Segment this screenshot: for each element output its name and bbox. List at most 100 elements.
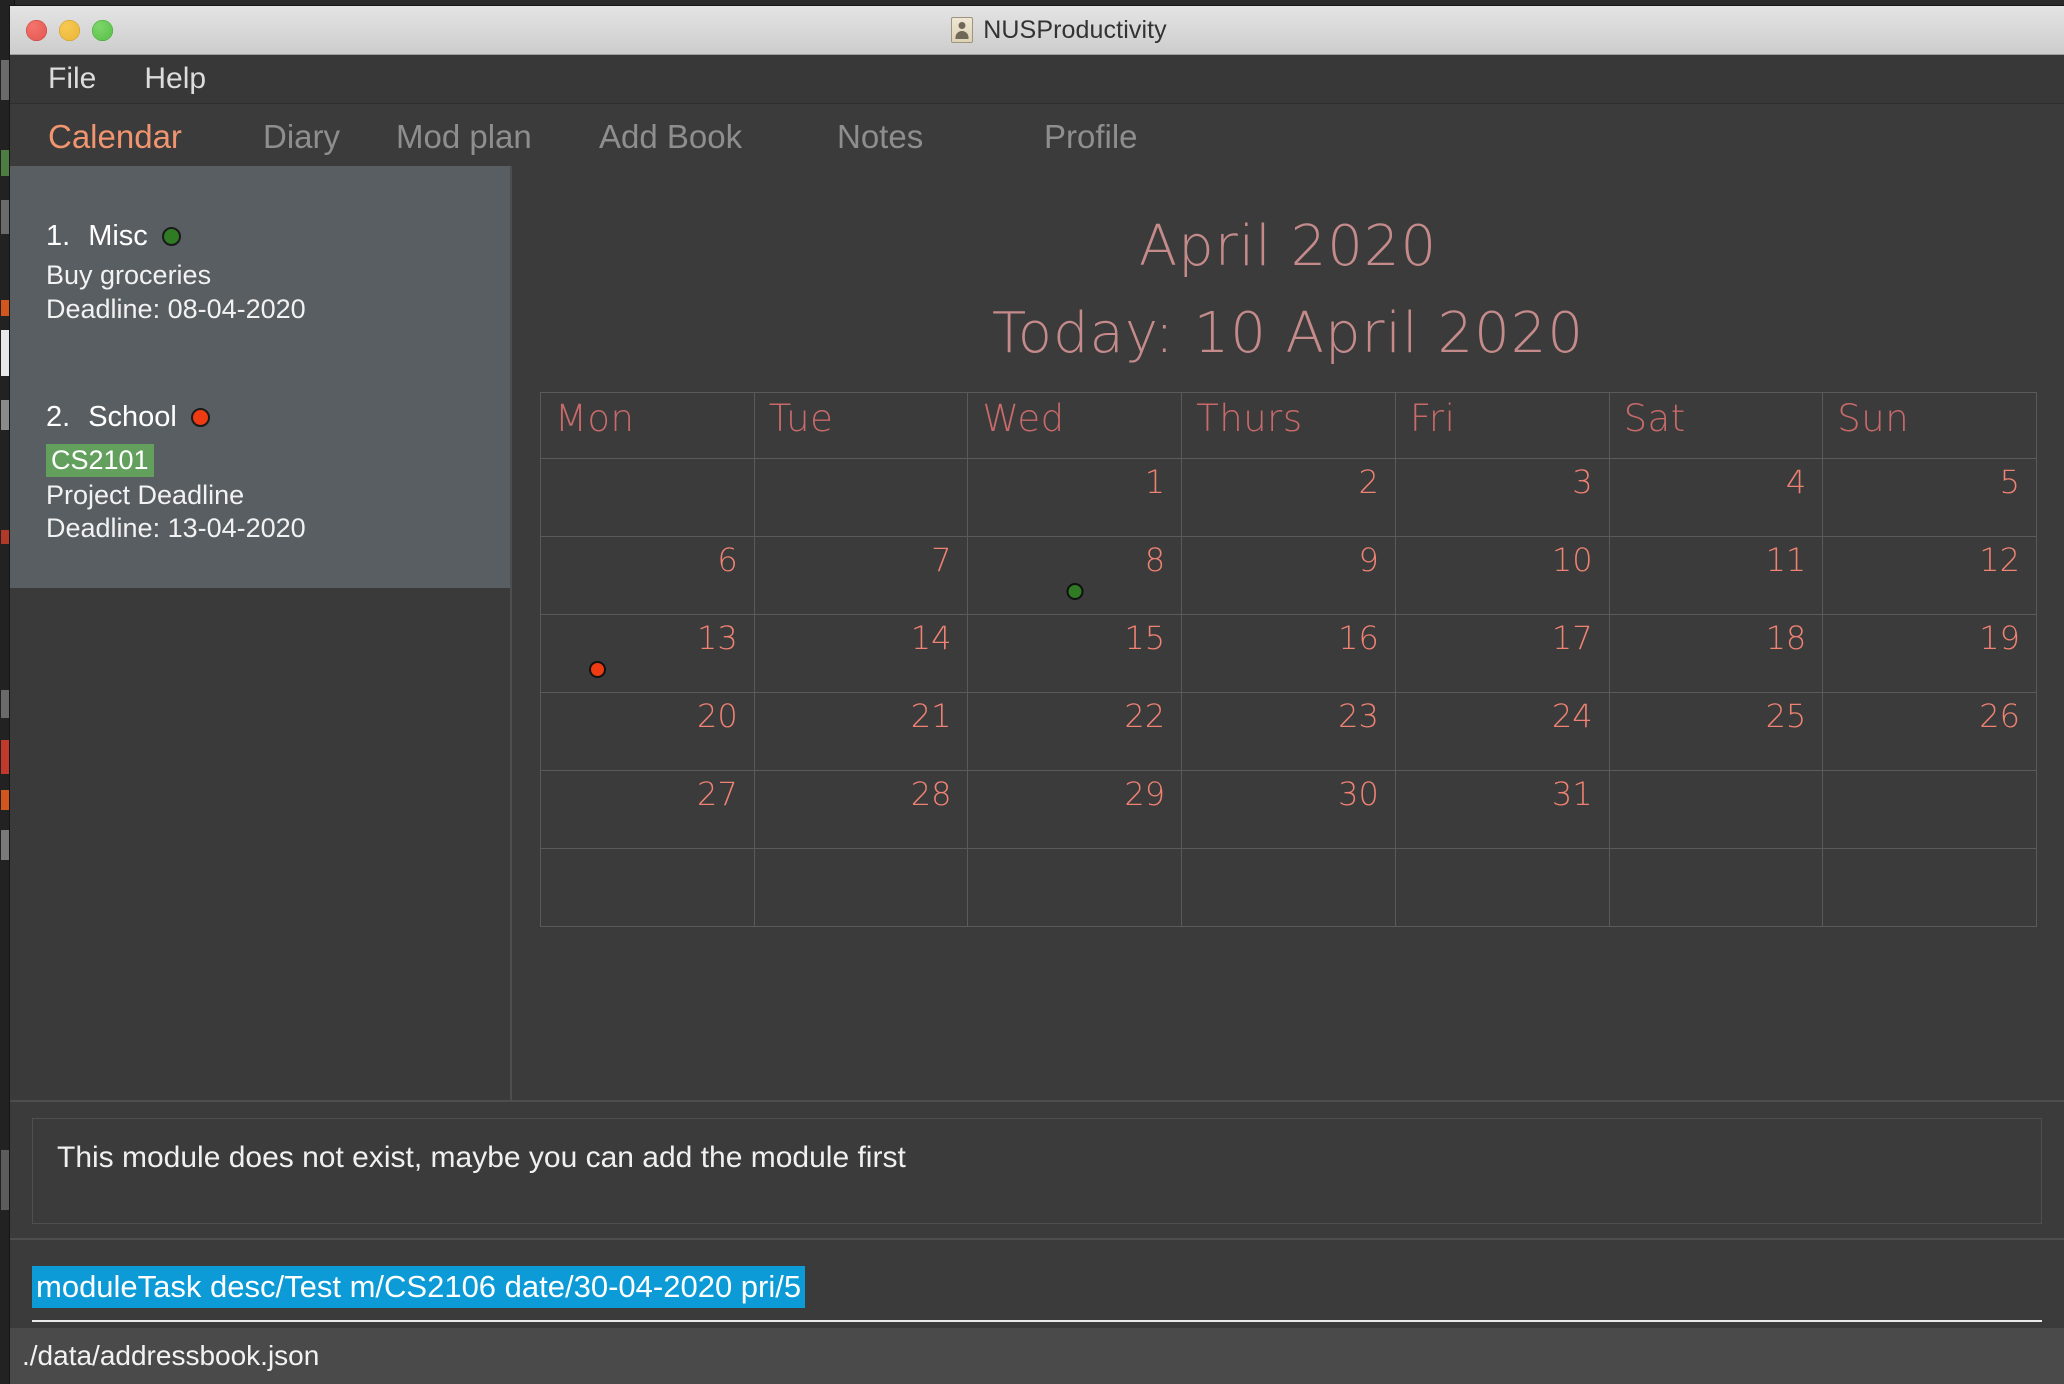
calendar-day-cell[interactable]: 29 (968, 771, 1183, 849)
calendar-day-cell[interactable] (541, 849, 755, 927)
status-bar: ./data/addressbook.json (10, 1328, 2064, 1384)
calendar-day-cell[interactable]: 16 (1182, 615, 1396, 693)
window-controls[interactable] (26, 6, 113, 54)
result-display-box: This module does not exist, maybe you ca… (32, 1118, 2042, 1225)
day-number: 5 (1999, 463, 2020, 501)
day-number: 17 (1551, 619, 1593, 657)
calendar-day-cell[interactable]: 19 (1823, 615, 2037, 693)
close-window-button[interactable] (26, 19, 47, 41)
calendar-day-cell[interactable]: 10 (1395, 537, 1610, 615)
day-number: 12 (1979, 541, 2020, 579)
calendar-day-cell[interactable]: 17 (1395, 615, 1610, 693)
tab-profile[interactable]: Profile (1044, 118, 1138, 166)
calendar-day-cell[interactable]: 5 (1823, 459, 2037, 537)
day-number: 6 (717, 541, 738, 579)
calendar-day-cell[interactable]: 4 (1609, 459, 1824, 537)
calendar-day-cell[interactable]: 26 (1823, 693, 2037, 771)
calendar-day-cell[interactable] (1823, 771, 2037, 849)
day-number: 27 (696, 775, 738, 813)
day-number: 13 (696, 619, 738, 657)
task-list-panel[interactable]: 1. Misc Buy groceries Deadline: 08-04-20… (10, 166, 510, 588)
command-input[interactable]: moduleTask desc/Test m/CS2106 date/30-04… (32, 1266, 2042, 1322)
calendar-day-cell[interactable]: 11 (1609, 537, 1824, 615)
weekday-label: Wed (982, 397, 1065, 440)
day-number: 29 (1124, 775, 1166, 813)
calendar-day-cell[interactable]: 22 (968, 693, 1183, 771)
calendar-day-cell[interactable]: 15 (968, 615, 1183, 693)
tab-mod-plan[interactable]: Mod plan (396, 118, 599, 166)
calendar-day-cell[interactable]: 12 (1823, 537, 2037, 615)
calendar-day-cell[interactable]: 18 (1609, 615, 1824, 693)
day-number: 8 (1144, 541, 1166, 579)
day-number: 11 (1765, 541, 1807, 579)
calendar-day-cell[interactable]: 9 (1182, 537, 1396, 615)
calendar-day-cell[interactable] (1609, 849, 1824, 927)
calendar-day-cell[interactable]: 6 (541, 537, 755, 615)
task-deadline: Deadline: 13-04-2020 (46, 513, 306, 544)
calendar-day-cell[interactable]: 25 (1609, 693, 1824, 771)
save-location-path: ./data/addressbook.json (22, 1340, 320, 1371)
result-display-wrap: This module does not exist, maybe you ca… (10, 1102, 2064, 1238)
day-number: 31 (1551, 775, 1593, 813)
calendar-day-cell[interactable] (1395, 849, 1610, 927)
tab-add-book[interactable]: Add Book (599, 118, 837, 166)
menu-item-help[interactable]: Help (138, 60, 212, 98)
tab-calendar[interactable]: Calendar (48, 118, 263, 166)
weekday-label: Tue (768, 397, 834, 440)
calendar-day-cell[interactable]: 31 (1395, 771, 1610, 849)
calendar-day-cell[interactable]: 1 (968, 459, 1183, 537)
calendar-weekday-header: Wed (968, 393, 1183, 459)
calendar-day-cell[interactable]: 30 (1182, 771, 1396, 849)
weekday-label: Fri (1409, 397, 1456, 440)
day-number: 3 (1572, 463, 1593, 501)
tab-diary[interactable]: Diary (263, 118, 396, 166)
day-number: 14 (910, 619, 952, 657)
command-box-wrap: moduleTask desc/Test m/CS2106 date/30-04… (10, 1238, 2064, 1328)
calendar-day-cell[interactable] (541, 459, 755, 537)
calendar-day-cell[interactable] (1609, 771, 1824, 849)
maximize-window-button[interactable] (92, 19, 113, 41)
list-item[interactable]: 1. Misc Buy groceries Deadline: 08-04-20… (10, 220, 510, 327)
priority-dot-icon (190, 407, 210, 427)
calendar-day-cell[interactable]: 24 (1395, 693, 1610, 771)
weekday-label: Sun (1837, 397, 1910, 440)
command-input-value[interactable]: moduleTask desc/Test m/CS2106 date/30-04… (32, 1266, 806, 1308)
calendar-day-cell[interactable]: 27 (541, 771, 755, 849)
day-number: 20 (696, 697, 738, 735)
day-number: 15 (1124, 619, 1166, 657)
calendar-day-cell[interactable] (968, 849, 1183, 927)
day-number: 9 (1358, 541, 1379, 579)
calendar-day-cell[interactable]: 2 (1182, 459, 1396, 537)
calendar-day-cell[interactable]: 14 (754, 615, 969, 693)
calendar-day-cell[interactable] (754, 849, 969, 927)
list-item[interactable]: 2. School CS2101 Project Deadline Deadli… (10, 401, 510, 547)
main-content: 1. Misc Buy groceries Deadline: 08-04-20… (10, 166, 2064, 1101)
weekday-label: Sat (1623, 397, 1686, 440)
calendar-day-cell[interactable]: 21 (754, 693, 969, 771)
day-number: 22 (1124, 697, 1166, 735)
calendar-day-cell[interactable]: 23 (1182, 693, 1396, 771)
calendar-day-cell[interactable]: 3 (1395, 459, 1610, 537)
calendar-day-cell[interactable] (1823, 849, 2037, 927)
result-message: This module does not exist, maybe you ca… (57, 1141, 906, 1175)
calendar-day-cell[interactable]: 7 (754, 537, 969, 615)
calendar-day-cell[interactable]: 13 (541, 615, 755, 693)
day-number: 19 (1979, 619, 2020, 657)
weekday-label: Mon (555, 397, 635, 440)
minimize-window-button[interactable] (59, 19, 80, 41)
calendar-day-cell[interactable]: 20 (541, 693, 755, 771)
calendar-day-cell[interactable]: 28 (754, 771, 969, 849)
calendar-day-cell[interactable] (1182, 849, 1396, 927)
bottom-region: This module does not exist, maybe you ca… (10, 1100, 2064, 1384)
task-index: 1. (46, 220, 71, 252)
calendar-day-cell[interactable]: 8 (968, 537, 1183, 615)
calendar-day-cell[interactable] (754, 459, 969, 537)
calendar-weekday-header: Sun (1823, 393, 2037, 459)
day-number: 10 (1551, 541, 1593, 579)
task-description: Project Deadline (46, 479, 245, 510)
tab-notes[interactable]: Notes (837, 118, 1044, 166)
menu-bar: File Help (10, 55, 2064, 104)
day-number: 21 (910, 697, 952, 735)
day-number: 24 (1551, 697, 1593, 735)
menu-item-file[interactable]: File (42, 60, 102, 98)
